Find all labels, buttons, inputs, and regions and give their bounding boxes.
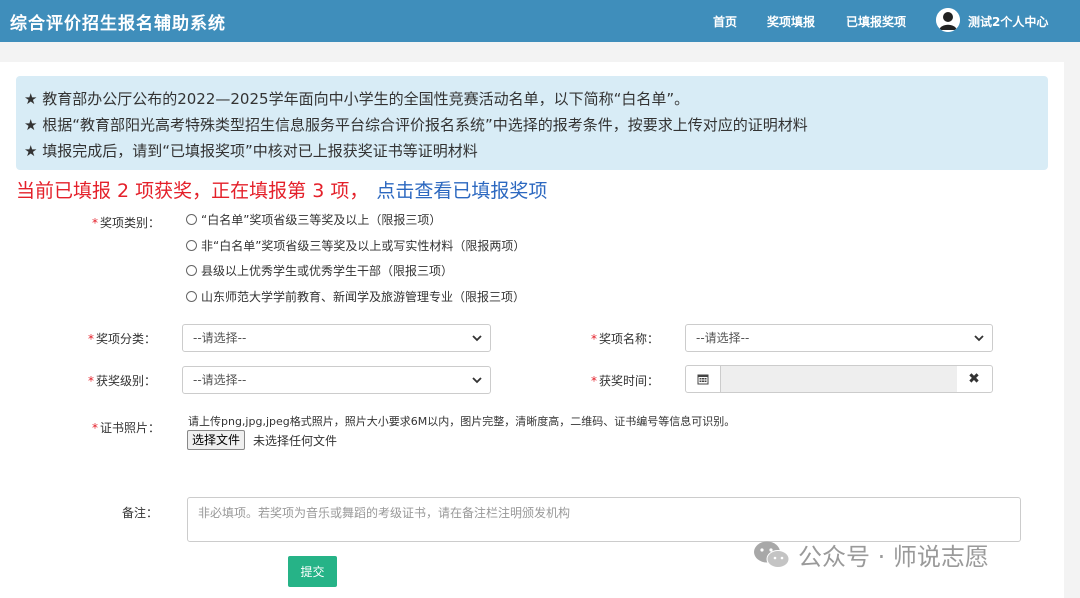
submit-button[interactable]: 提交 xyxy=(288,556,337,587)
remark-textarea[interactable]: 非必填项。若奖项为音乐或舞蹈的考级证书，请在备注栏注明颁发机构 xyxy=(187,497,1021,542)
status-text: 当前已填报 2 项获奖，正在填报第 3 项， xyxy=(16,180,369,202)
notice-line-2: ★ 根据“教育部阳光高考特殊类型招生信息服务平台综合评价报名系统”中选择的报考条… xyxy=(24,116,808,134)
chevron-down-icon xyxy=(472,335,482,342)
award-level-select[interactable]: --请选择-- xyxy=(182,366,491,394)
upload-hint: 请上传png,jpg,jpeg格式照片，照片大小要求6M以内，图片完整，清晰度高… xyxy=(188,415,736,428)
remark-label: 备注： xyxy=(122,506,159,520)
app-title: 综合评价招生报名辅助系统 xyxy=(10,14,226,34)
award-name-label: * 奖项名称： xyxy=(591,332,660,346)
view-submitted-link[interactable]: 点击查看已填报奖项 xyxy=(376,180,547,202)
nav-submitted-awards[interactable]: 已填报奖项 xyxy=(846,13,906,30)
notice-line-1: ★ 教育部办公厅公布的2022—2025学年面向中小学生的全国性竞赛活动名单，以… xyxy=(24,90,690,108)
notice-line-3: ★ 填报完成后，请到“已填报奖项”中核对已上报获奖证书等证明材料 xyxy=(24,142,478,160)
radio-circle[interactable] xyxy=(186,265,197,276)
chevron-down-icon xyxy=(974,335,984,342)
status-line: 当前已填报 2 项获奖，正在填报第 3 项， 点击查看已填报奖项 xyxy=(16,176,547,203)
user-avatar-icon[interactable] xyxy=(936,8,960,32)
nav-home[interactable]: 首页 xyxy=(713,13,737,30)
award-level-label: * 获奖级别： xyxy=(88,374,157,388)
chevron-down-icon xyxy=(472,377,482,384)
calendar-icon[interactable] xyxy=(686,366,720,392)
award-class-label: * 奖项分类： xyxy=(88,332,157,346)
award-name-select[interactable]: --请选择-- xyxy=(685,324,993,352)
file-status: 未选择任何文件 xyxy=(253,434,338,448)
certificate-label: * 证书照片： xyxy=(92,421,161,435)
award-category-option-3[interactable]: 县级以上优秀学生或优秀学生干部（限报三项） xyxy=(186,262,453,279)
watermark: 公众号 · 师说志愿 xyxy=(752,537,989,572)
radio-circle[interactable] xyxy=(186,214,197,225)
radio-circle[interactable] xyxy=(186,291,197,302)
award-category-option-1[interactable]: “白名单”奖项省级三等奖及以上（限报三项） xyxy=(186,211,441,228)
award-category-option-2[interactable]: 非“白名单”奖项省级三等奖及以上或写实性材料（限报两项） xyxy=(186,237,525,254)
radio-circle[interactable] xyxy=(186,240,197,251)
award-category-option-4[interactable]: 山东师范大学学前教育、新闻学及旅游管理专业（限报三项） xyxy=(186,288,525,305)
choose-file-button[interactable]: 选择文件 xyxy=(187,430,246,450)
nav-user-center[interactable]: 测试2个人中心 xyxy=(968,13,1048,30)
clear-date-icon[interactable]: ✖ xyxy=(956,366,992,392)
award-category-label: * 奖项类别： xyxy=(92,216,161,230)
award-time-label: * 获奖时间： xyxy=(591,374,660,388)
nav-award-entry[interactable]: 奖项填报 xyxy=(767,13,815,30)
award-time-input[interactable] xyxy=(720,366,957,392)
award-time-picker: ✖ xyxy=(685,365,993,393)
wechat-icon xyxy=(754,541,790,568)
award-class-select[interactable]: --请选择-- xyxy=(182,324,491,352)
